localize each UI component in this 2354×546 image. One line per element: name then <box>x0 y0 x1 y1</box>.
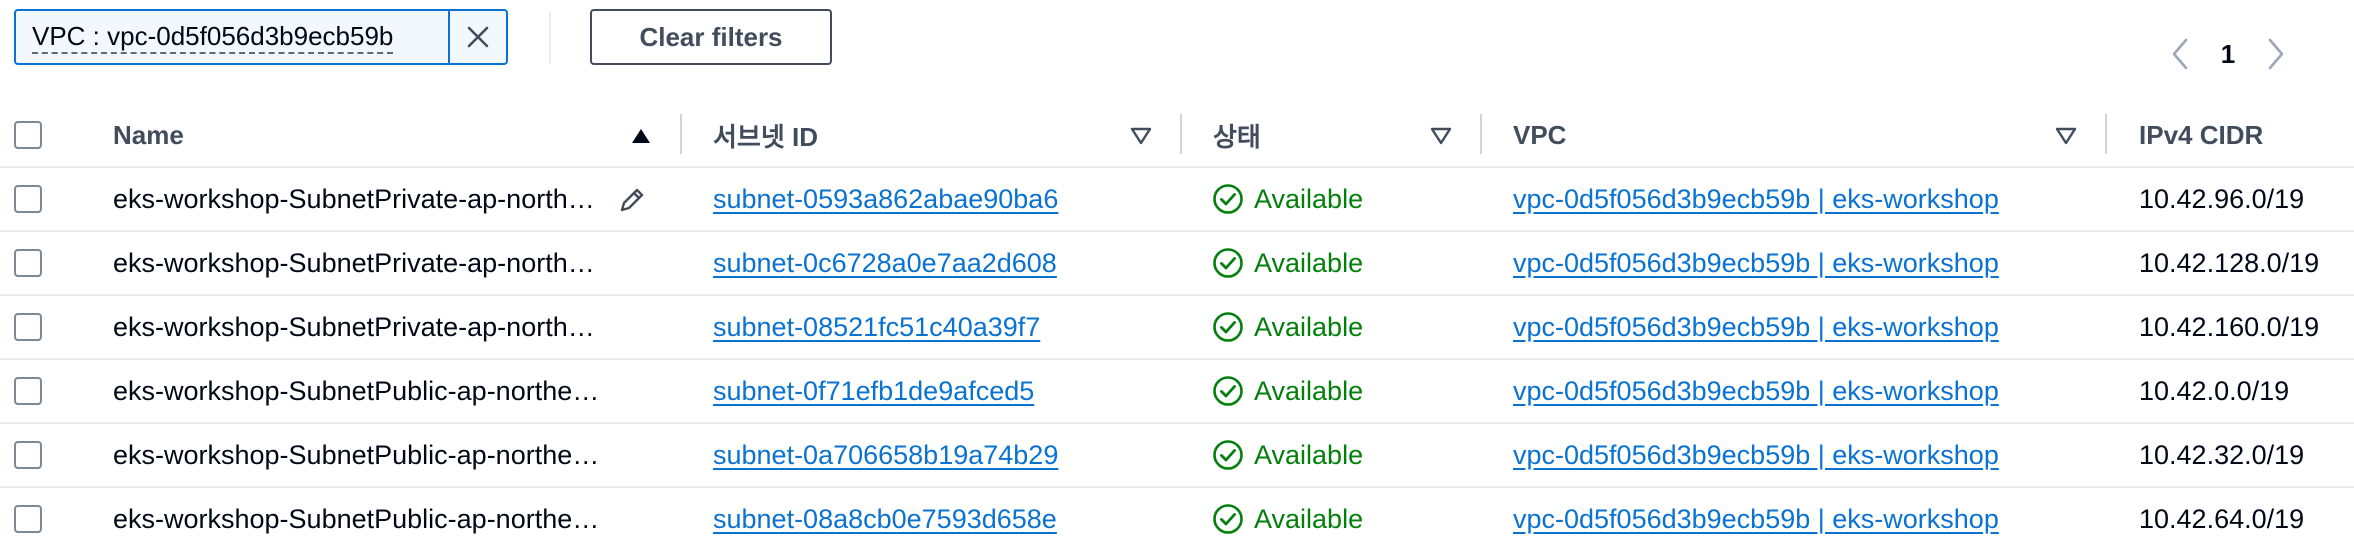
status-success-icon <box>1213 440 1243 470</box>
status-badge: Available <box>1212 296 1472 358</box>
sort-subnet-id-button[interactable] <box>1127 122 1155 150</box>
filter-divider <box>549 12 551 64</box>
chevron-right-icon <box>2268 38 2284 70</box>
filter-bar: VPC : vpc-0d5f056d3b9ecb59b Clear filter… <box>0 0 2354 100</box>
status-badge: Available <box>1212 424 1472 486</box>
ipv4-cidr: 10.42.160.0/19 <box>2139 311 2320 342</box>
row-select-checkbox[interactable] <box>14 313 42 341</box>
column-resizer[interactable] <box>1480 114 1482 154</box>
current-page-number[interactable]: 1 <box>2200 39 2256 70</box>
vpc-link[interactable]: vpc-0d5f056d3b9ecb59b | eks-workshop <box>1513 296 2093 358</box>
ipv4-cidr: 10.42.32.0/19 <box>2139 439 2305 470</box>
ipv4-cidr: 10.42.0.0/19 <box>2139 375 2290 406</box>
column-resizer[interactable] <box>680 114 682 154</box>
column-header-ipv4-cidr[interactable]: IPv4 CIDR <box>2139 102 2263 168</box>
pagination: 1 <box>2160 28 2296 80</box>
subnet-id-link[interactable]: subnet-0f71efb1de9afced5 <box>713 360 1173 422</box>
row-select-checkbox[interactable] <box>14 249 42 277</box>
subnets-table-panel: VPC : vpc-0d5f056d3b9ecb59b Clear filter… <box>0 0 2354 546</box>
status-badge: Available <box>1212 360 1472 422</box>
status-badge: Available <box>1212 168 1472 230</box>
subnet-id-link[interactable]: subnet-0593a862abae90ba6 <box>713 168 1173 230</box>
row-select-checkbox[interactable] <box>14 441 42 469</box>
filter-token-remove-button[interactable] <box>448 11 506 63</box>
sort-caret-down-icon <box>2055 127 2077 145</box>
status-success-icon <box>1213 184 1243 214</box>
table-row[interactable]: eks-workshop-SubnetPublic-ap-northeast-2… <box>0 488 2354 546</box>
row-select-checkbox[interactable] <box>14 377 42 405</box>
sort-ascending-icon <box>632 129 650 143</box>
table-header: Name 서브넷 ID 상태 VPC IPv4 CIDR <box>0 102 2354 168</box>
chevron-left-icon <box>2172 38 2188 70</box>
table-row[interactable]: eks-workshop-SubnetPublic-ap-northeast-2… <box>0 424 2354 488</box>
clear-filters-button[interactable]: Clear filters <box>590 9 832 65</box>
column-resizer[interactable] <box>1180 114 1182 154</box>
column-header-name[interactable]: Name <box>113 102 184 168</box>
next-page-button[interactable] <box>2256 28 2296 80</box>
sort-vpc-button[interactable] <box>2052 122 2080 150</box>
subnet-id-link[interactable]: subnet-08521fc51c40a39f7 <box>713 296 1173 358</box>
sort-state-button[interactable] <box>1427 122 1455 150</box>
subnet-name: eks-workshop-SubnetPublic-ap-northeast-2… <box>113 503 608 534</box>
column-header-state[interactable]: 상태 <box>1213 102 1261 168</box>
vpc-link[interactable]: vpc-0d5f056d3b9ecb59b | eks-workshop <box>1513 360 2093 422</box>
vpc-link[interactable]: vpc-0d5f056d3b9ecb59b | eks-workshop <box>1513 488 2093 546</box>
status-badge: Available <box>1212 488 1472 546</box>
table-row[interactable]: eks-workshop-SubnetPrivate-ap-northeast-… <box>0 168 2354 232</box>
subnet-id-link[interactable]: subnet-0a706658b19a74b29 <box>713 424 1173 486</box>
sort-name-button[interactable] <box>627 122 655 150</box>
column-header-vpc[interactable]: VPC <box>1513 102 1566 168</box>
status-success-icon <box>1213 312 1243 342</box>
subnet-name: eks-workshop-SubnetPrivate-ap-northeast-… <box>113 247 608 278</box>
subnet-id-link[interactable]: subnet-0c6728a0e7aa2d608 <box>713 232 1173 294</box>
ipv4-cidr: 10.42.128.0/19 <box>2139 247 2320 278</box>
subnet-name: eks-workshop-SubnetPrivate-ap-northeast-… <box>113 183 608 214</box>
column-header-subnet-id[interactable]: 서브넷 ID <box>713 102 818 168</box>
vpc-filter-token[interactable]: VPC : vpc-0d5f056d3b9ecb59b <box>14 9 508 65</box>
table-row[interactable]: eks-workshop-SubnetPrivate-ap-northeast-… <box>0 232 2354 296</box>
subnets-table: Name 서브넷 ID 상태 VPC IPv4 CIDR eks-worksho… <box>0 102 2354 546</box>
sort-caret-down-icon <box>1130 127 1152 145</box>
previous-page-button[interactable] <box>2160 28 2200 80</box>
ipv4-cidr: 10.42.96.0/19 <box>2139 183 2305 214</box>
close-icon <box>467 26 489 48</box>
column-resizer[interactable] <box>2105 114 2107 154</box>
status-success-icon <box>1213 376 1243 406</box>
subnet-name: eks-workshop-SubnetPublic-ap-northeast-2… <box>113 439 608 470</box>
table-body: eks-workshop-SubnetPrivate-ap-northeast-… <box>0 168 2354 546</box>
subnet-id-link[interactable]: subnet-08a8cb0e7593d658e <box>713 488 1173 546</box>
vpc-link[interactable]: vpc-0d5f056d3b9ecb59b | eks-workshop <box>1513 168 2093 230</box>
filter-token-label[interactable]: VPC : vpc-0d5f056d3b9ecb59b <box>16 11 448 63</box>
subnet-name: eks-workshop-SubnetPrivate-ap-northeast-… <box>113 311 608 342</box>
table-row[interactable]: eks-workshop-SubnetPrivate-ap-northeast-… <box>0 296 2354 360</box>
row-select-checkbox[interactable] <box>14 505 42 533</box>
sort-caret-down-icon <box>1430 127 1452 145</box>
select-all-checkbox[interactable] <box>14 121 42 149</box>
pencil-edit-icon[interactable] <box>617 185 647 215</box>
vpc-link[interactable]: vpc-0d5f056d3b9ecb59b | eks-workshop <box>1513 232 2093 294</box>
status-badge: Available <box>1212 232 1472 294</box>
vpc-link[interactable]: vpc-0d5f056d3b9ecb59b | eks-workshop <box>1513 424 2093 486</box>
table-row[interactable]: eks-workshop-SubnetPublic-ap-northeast-2… <box>0 360 2354 424</box>
subnet-name: eks-workshop-SubnetPublic-ap-northeast-2… <box>113 375 608 406</box>
status-success-icon <box>1213 504 1243 534</box>
status-success-icon <box>1213 248 1243 278</box>
ipv4-cidr: 10.42.64.0/19 <box>2139 503 2305 534</box>
row-select-checkbox[interactable] <box>14 185 42 213</box>
